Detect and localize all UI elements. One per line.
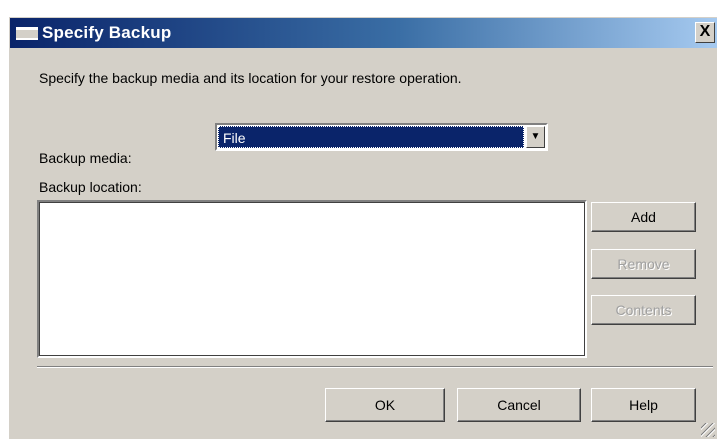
backup-media-dropdown[interactable]: File ▼ — [215, 123, 548, 151]
backup-media-selected-value: File — [218, 126, 524, 148]
window-title: Specify Backup — [42, 23, 172, 42]
backup-media-label: Backup media: — [39, 150, 132, 166]
backup-location-list[interactable] — [37, 200, 587, 358]
title-bar[interactable]: Specify Backup X — [10, 18, 717, 48]
cancel-button[interactable]: Cancel — [457, 388, 581, 422]
ok-button[interactable]: OK — [325, 388, 445, 422]
dropdown-arrow-button[interactable]: ▼ — [526, 126, 545, 148]
contents-button[interactable]: Contents — [591, 295, 696, 325]
specify-backup-dialog: Specify Backup X Specify the backup medi… — [8, 16, 717, 439]
help-button[interactable]: Help — [591, 388, 696, 422]
chevron-down-icon: ▼ — [530, 131, 541, 142]
close-icon: X — [699, 23, 711, 40]
instruction-text: Specify the backup media and its locatio… — [39, 70, 462, 86]
backup-location-label: Backup location: — [39, 179, 142, 195]
add-button[interactable]: Add — [591, 202, 696, 232]
window-icon — [16, 27, 38, 40]
close-button[interactable]: X — [695, 22, 715, 43]
resize-grip[interactable] — [701, 423, 715, 437]
footer-separator — [37, 366, 713, 368]
remove-button[interactable]: Remove — [591, 249, 696, 279]
